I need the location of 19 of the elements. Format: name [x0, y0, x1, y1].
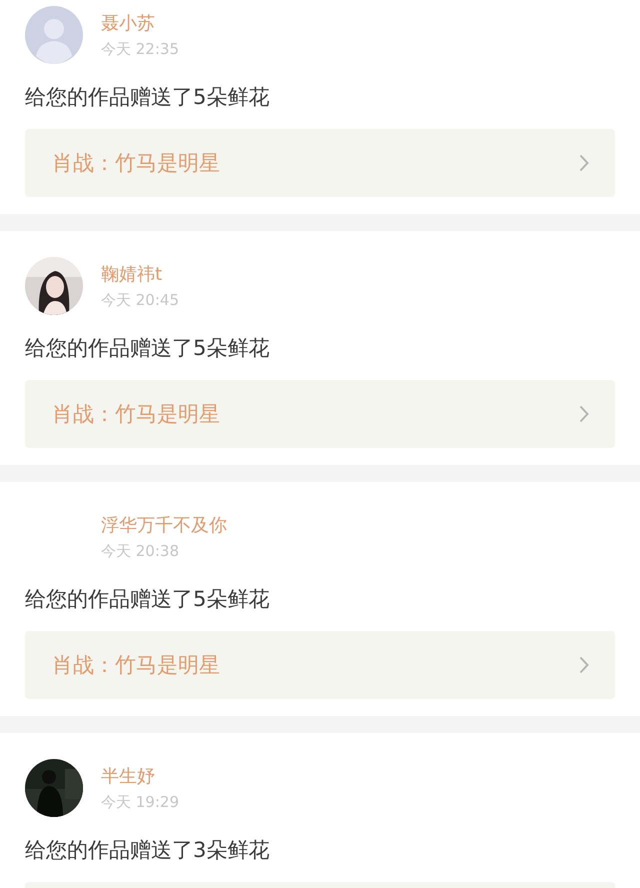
notification-message: 给您的作品赠送了5朵鲜花	[25, 586, 270, 612]
user-name[interactable]: 浮华万千不及你	[101, 514, 227, 538]
chevron-right-icon	[579, 405, 589, 423]
user-name[interactable]: 鞠婧祎t	[101, 262, 179, 286]
work-link[interactable]: 肖战：竹马是明星	[25, 631, 615, 699]
user-name[interactable]: 半生妤	[101, 764, 179, 788]
chevron-right-icon	[579, 656, 589, 674]
timestamp: 今天 22:35	[101, 38, 179, 58]
notification-message: 给您的作品赠送了3朵鲜花	[25, 837, 270, 863]
timestamp: 今天 20:45	[101, 290, 179, 310]
notification-message: 给您的作品赠送了5朵鲜花	[25, 335, 270, 361]
timestamp: 今天 20:38	[101, 540, 180, 560]
avatar-icon	[25, 6, 83, 64]
notification-message: 给您的作品赠送了5朵鲜花	[25, 84, 270, 110]
work-link[interactable]: 肖战：竹马是明星	[25, 129, 615, 197]
chevron-right-icon	[579, 154, 589, 172]
work-link[interactable]: 肖战：竹马是明星	[25, 380, 615, 448]
user-name[interactable]: 聂小苏	[101, 12, 179, 36]
timestamp: 今天 19:29	[101, 792, 179, 812]
